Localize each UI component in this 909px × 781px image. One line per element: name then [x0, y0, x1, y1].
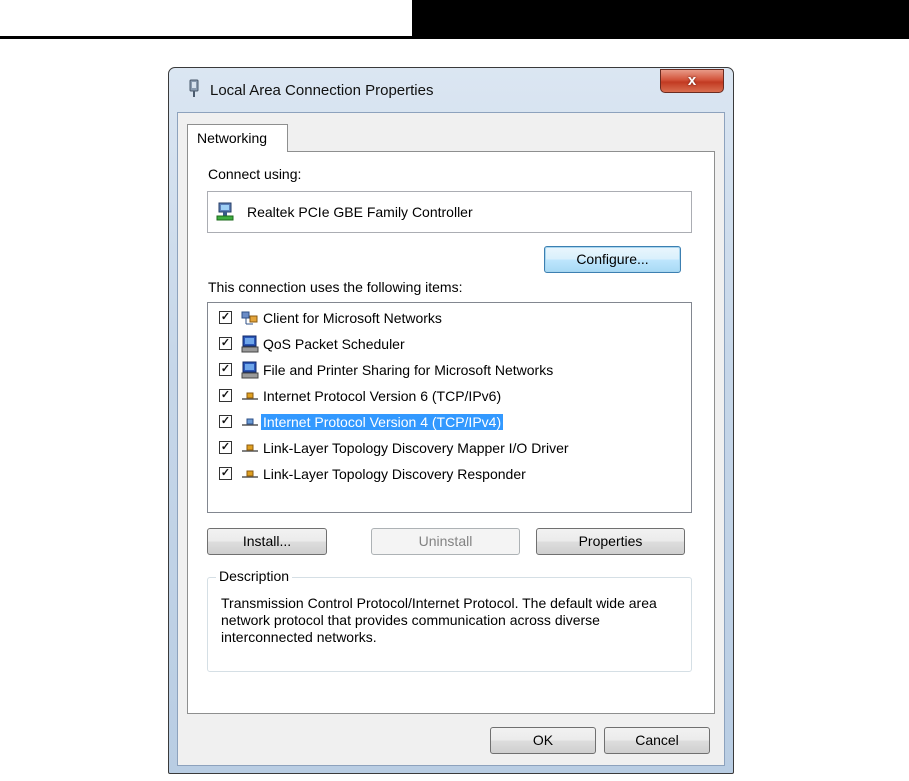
- description-text: Transmission Control Protocol/Internet P…: [221, 595, 657, 645]
- item-checkbox[interactable]: ✓: [219, 337, 232, 350]
- item-label: File and Printer Sharing for Microsoft N…: [263, 362, 554, 378]
- list-item-ipv4[interactable]: ✓ Internet Protocol Version 4 (TCP/IPv4): [219, 411, 679, 433]
- description-group: Description Transmission Control Protoco…: [207, 568, 692, 672]
- connect-using-label: Connect using:: [208, 166, 302, 182]
- configure-button[interactable]: Configure...: [544, 246, 681, 273]
- item-label: Link-Layer Topology Discovery Responder: [263, 466, 526, 482]
- window-title: Local Area Connection Properties: [210, 82, 434, 99]
- network-client-icon: [241, 311, 258, 325]
- properties-button[interactable]: Properties: [536, 528, 685, 555]
- item-checkbox[interactable]: ✓: [219, 467, 232, 480]
- list-item-ipv6[interactable]: ✓ Internet Protocol Version 6 (TCP/IPv6): [219, 385, 679, 407]
- networking-tab-panel: Connect using: Realtek PCIe GBE Family C…: [187, 151, 715, 714]
- ok-button[interactable]: OK: [490, 727, 596, 754]
- network-service-icon: [241, 335, 259, 353]
- network-adapter-icon: [216, 202, 234, 221]
- page-divider-line: [0, 36, 415, 39]
- uninstall-button[interactable]: Uninstall: [371, 528, 520, 555]
- adapter-name: Realtek PCIe GBE Family Controller: [247, 204, 473, 220]
- list-item-file-and-printer-sharing[interactable]: ✓ File and Printer Sharing for Microsoft…: [219, 359, 679, 381]
- list-item-lltd-mapper[interactable]: ✓ Link-Layer Topology Discovery Mapper I…: [219, 437, 679, 459]
- network-protocol-icon: [242, 470, 258, 478]
- item-checkbox[interactable]: ✓: [219, 311, 232, 324]
- item-checkbox[interactable]: ✓: [219, 441, 232, 454]
- install-button[interactable]: Install...: [207, 528, 327, 555]
- item-checkbox[interactable]: ✓: [219, 415, 232, 428]
- item-label: Client for Microsoft Networks: [263, 310, 442, 326]
- tab-networking[interactable]: Networking: [187, 124, 288, 152]
- properties-dialog: Local Area Connection Properties x Netwo…: [168, 67, 734, 774]
- item-checkbox[interactable]: ✓: [219, 389, 232, 402]
- page-header-block: [412, 0, 909, 39]
- network-connection-icon: [189, 79, 199, 97]
- network-protocol-icon: [242, 392, 258, 400]
- network-protocol-icon: [242, 444, 258, 452]
- description-legend: Description: [216, 568, 293, 584]
- network-service-icon: [241, 361, 259, 379]
- adapter-field[interactable]: Realtek PCIe GBE Family Controller: [207, 191, 692, 233]
- cancel-button[interactable]: Cancel: [604, 727, 710, 754]
- network-protocol-icon: [242, 418, 258, 426]
- connection-items-list[interactable]: ✓ Client for Microsoft Networks ✓ QoS Pa…: [207, 302, 692, 513]
- list-item-qos-packet-scheduler[interactable]: ✓ QoS Packet Scheduler: [219, 333, 679, 355]
- items-section-label: This connection uses the following items…: [208, 279, 463, 295]
- item-label: Internet Protocol Version 6 (TCP/IPv6): [263, 388, 502, 404]
- list-item-lltd-responder[interactable]: ✓ Link-Layer Topology Discovery Responde…: [219, 463, 679, 485]
- item-label: Internet Protocol Version 4 (TCP/IPv4): [261, 414, 504, 430]
- item-label: Link-Layer Topology Discovery Mapper I/O…: [263, 440, 569, 456]
- item-label: QoS Packet Scheduler: [263, 336, 405, 352]
- dialog-client-area: Networking Connect using: Realtek PCIe G…: [177, 112, 725, 766]
- close-button[interactable]: x: [660, 69, 724, 93]
- item-checkbox[interactable]: ✓: [219, 363, 232, 376]
- title-bar[interactable]: Local Area Connection Properties x: [169, 68, 733, 112]
- list-item-client-for-microsoft-networks[interactable]: ✓ Client for Microsoft Networks: [219, 307, 679, 329]
